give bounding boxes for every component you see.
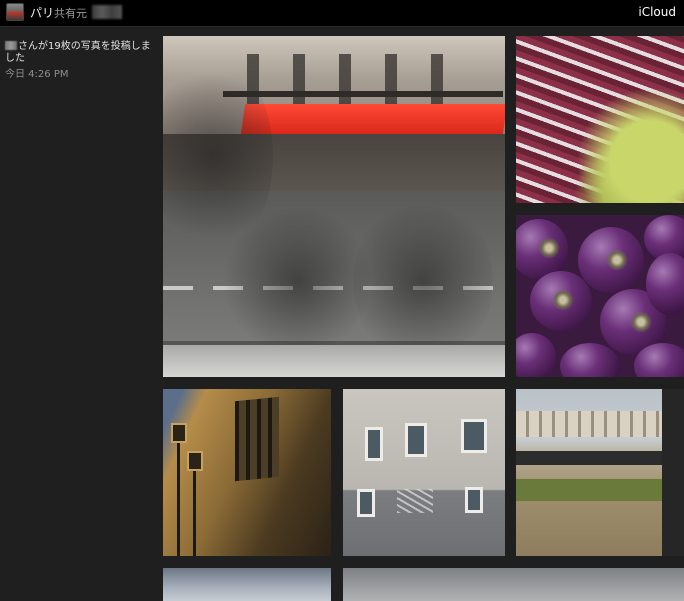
photo-sky[interactable] <box>163 568 331 601</box>
album-title: パリ <box>30 6 55 20</box>
activity-post-text: さんが19枚の写真を投稿しました <box>5 41 151 64</box>
photo-radicchio[interactable] <box>516 36 684 203</box>
shared-by-label: 共有元 <box>54 7 87 20</box>
red-awning <box>240 104 505 134</box>
photo-gray-building[interactable] <box>343 389 505 556</box>
activity-sidebar: さんが19枚の写真を投稿しました 今日 4:26 PM <box>0 27 162 601</box>
photo-eggplants[interactable] <box>516 215 684 377</box>
photo-street-from-above[interactable] <box>163 36 505 377</box>
activity-post[interactable]: さんが19枚の写真を投稿しました <box>5 41 157 65</box>
owner-name-redacted <box>92 5 122 19</box>
album-thumbnail[interactable] <box>6 3 24 21</box>
icloud-logo[interactable]: iCloud <box>638 5 676 19</box>
photo-overcast[interactable] <box>343 568 684 601</box>
photo-building-lamps[interactable] <box>163 389 331 556</box>
top-bar: パリ 共有元 iCloud <box>0 0 684 27</box>
activity-time: 今日 4:26 PM <box>5 69 69 80</box>
poster-name-redacted <box>5 41 17 50</box>
photo-window-view[interactable] <box>516 389 684 556</box>
